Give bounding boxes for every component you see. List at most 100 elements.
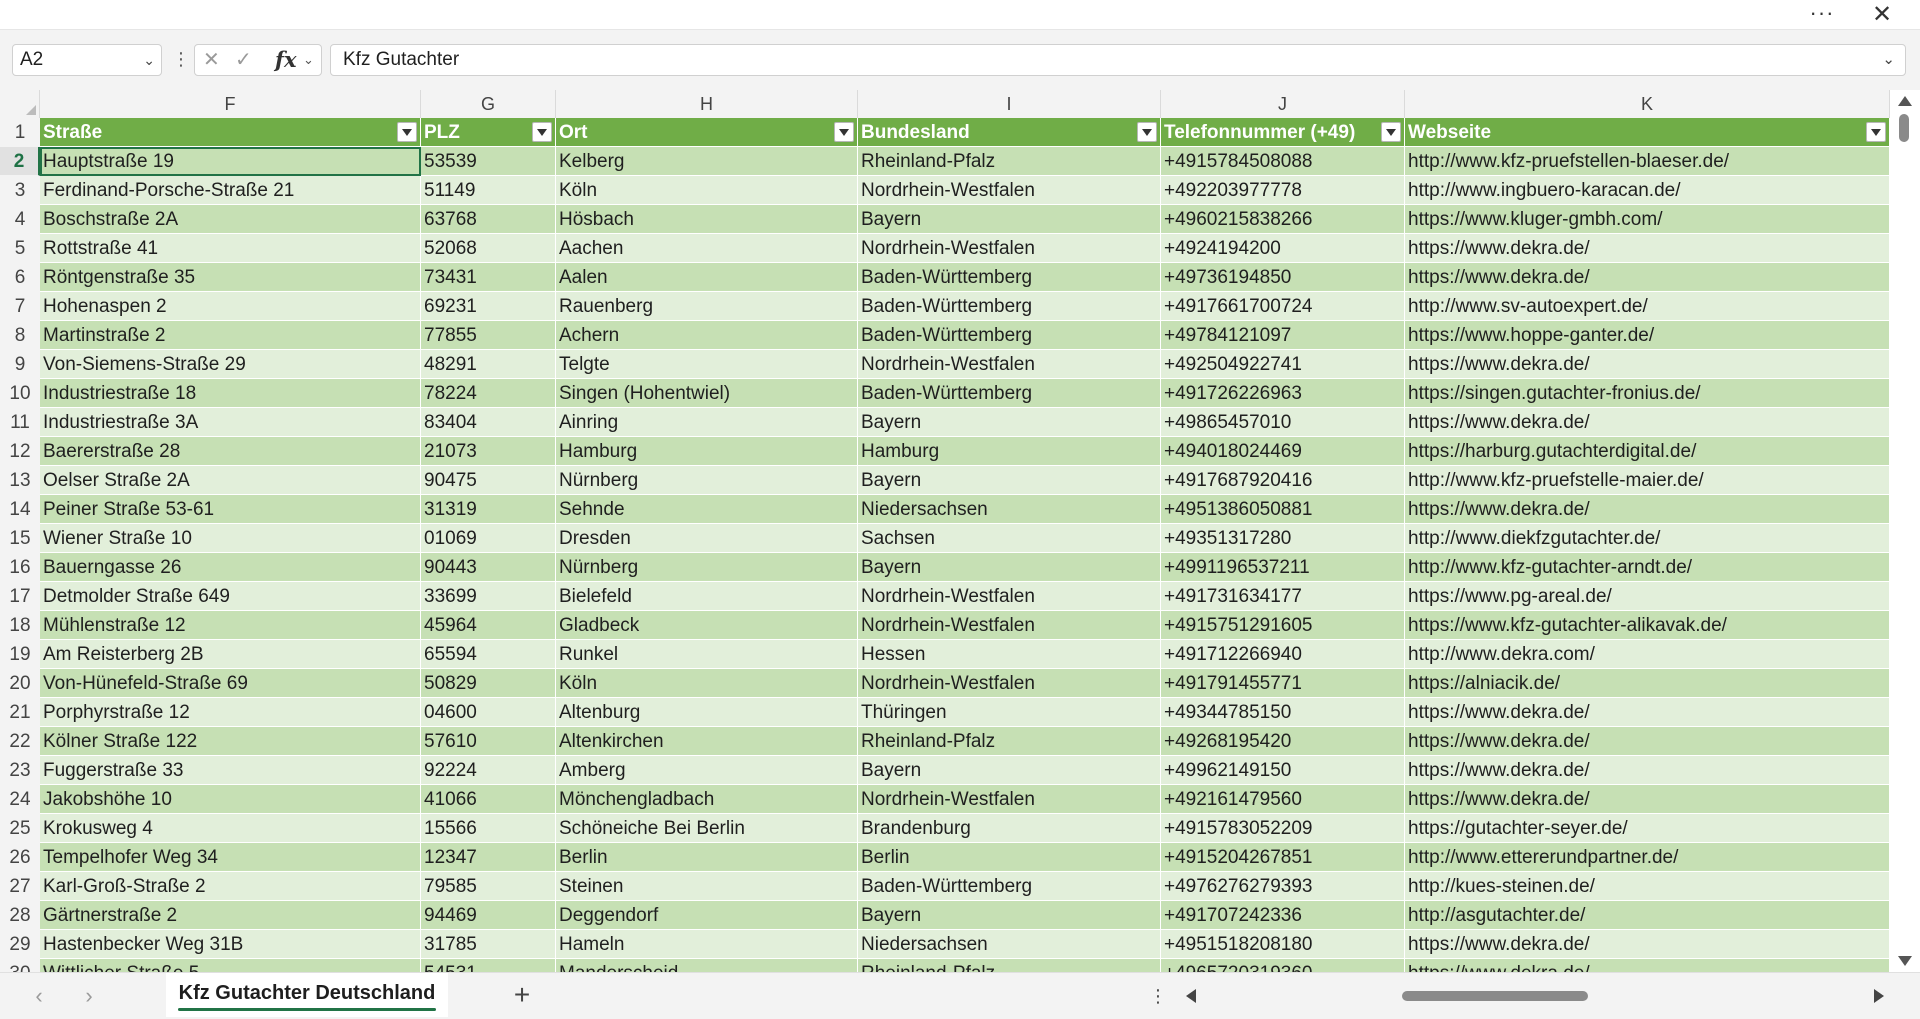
cell-plz[interactable]: 92224: [421, 756, 556, 785]
cell-webseite[interactable]: https://www.dekra.de/: [1405, 959, 1890, 972]
row-header[interactable]: 10: [0, 379, 40, 408]
cell-webseite[interactable]: https://www.dekra.de/: [1405, 263, 1890, 292]
cell-webseite[interactable]: https://alniacik.de/: [1405, 669, 1890, 698]
cell-strasse[interactable]: Boschstraße 2A: [40, 205, 421, 234]
cell-telefon[interactable]: +4976276279393: [1161, 872, 1405, 901]
header-cell-bundesland[interactable]: Bundesland: [858, 118, 1161, 147]
cell-webseite[interactable]: http://www.diekfzgutachter.de/: [1405, 524, 1890, 553]
row-header[interactable]: 26: [0, 843, 40, 872]
row-header[interactable]: 13: [0, 466, 40, 495]
cell-webseite[interactable]: http://www.kfz-gutachter-arndt.de/: [1405, 553, 1890, 582]
cell-webseite[interactable]: http://www.ingbuero-karacan.de/: [1405, 176, 1890, 205]
cell-strasse[interactable]: Hastenbecker Weg 31B: [40, 930, 421, 959]
row-header[interactable]: 3: [0, 176, 40, 205]
cell-strasse[interactable]: Bauerngasse 26: [40, 553, 421, 582]
cell-webseite[interactable]: https://www.dekra.de/: [1405, 408, 1890, 437]
cell-plz[interactable]: 63768: [421, 205, 556, 234]
cell-bundesland[interactable]: Nordrhein-Westfalen: [858, 234, 1161, 263]
cell-strasse[interactable]: Krokusweg 4: [40, 814, 421, 843]
cell-webseite[interactable]: https://www.dekra.de/: [1405, 930, 1890, 959]
row-header[interactable]: 30: [0, 959, 40, 972]
header-cell-strasse[interactable]: Straße: [40, 118, 421, 147]
cell-bundesland[interactable]: Rheinland-Pfalz: [858, 959, 1161, 972]
cell-telefon[interactable]: +49736194850: [1161, 263, 1405, 292]
filter-dropdown-icon[interactable]: [834, 122, 854, 142]
cell-ort[interactable]: Deggendorf: [556, 901, 858, 930]
cell-ort[interactable]: Mönchengladbach: [556, 785, 858, 814]
cell-plz[interactable]: 04600: [421, 698, 556, 727]
vertical-scroll-thumb[interactable]: [1899, 114, 1909, 142]
cell-webseite[interactable]: http://www.ettererundpartner.de/: [1405, 843, 1890, 872]
cell-webseite[interactable]: https://www.dekra.de/: [1405, 785, 1890, 814]
vertical-scrollbar[interactable]: [1890, 90, 1920, 972]
cell-strasse[interactable]: Karl-Groß-Straße 2: [40, 872, 421, 901]
cell-bundesland[interactable]: Hessen: [858, 640, 1161, 669]
cell-webseite[interactable]: https://www.kfz-gutachter-alikavak.de/: [1405, 611, 1890, 640]
cell-bundesland[interactable]: Bayern: [858, 466, 1161, 495]
header-cell-webseite[interactable]: Webseite: [1405, 118, 1890, 147]
cell-telefon[interactable]: +49784121097: [1161, 321, 1405, 350]
cell-bundesland[interactable]: Nordrhein-Westfalen: [858, 582, 1161, 611]
more-options-icon[interactable]: ···: [1802, 0, 1842, 30]
cell-strasse[interactable]: Von-Siemens-Straße 29: [40, 350, 421, 379]
cell-telefon[interactable]: +491712266940: [1161, 640, 1405, 669]
horizontal-scroll-thumb[interactable]: [1402, 991, 1588, 1001]
cell-strasse[interactable]: Hauptstraße 19: [40, 147, 421, 176]
name-box[interactable]: A2 ⌄: [12, 44, 162, 76]
cell-plz[interactable]: 52068: [421, 234, 556, 263]
cell-plz[interactable]: 79585: [421, 872, 556, 901]
row-header[interactable]: 25: [0, 814, 40, 843]
cell-plz[interactable]: 31319: [421, 495, 556, 524]
cell-bundesland[interactable]: Bayern: [858, 205, 1161, 234]
cell-ort[interactable]: Aachen: [556, 234, 858, 263]
sheet-tab-active[interactable]: Kfz Gutachter Deutschland: [166, 973, 448, 1017]
cell-plz[interactable]: 54531: [421, 959, 556, 972]
cell-plz[interactable]: 90475: [421, 466, 556, 495]
cell-ort[interactable]: Hösbach: [556, 205, 858, 234]
horizontal-scrollbar[interactable]: [1206, 991, 1866, 1001]
cell-plz[interactable]: 51149: [421, 176, 556, 205]
cell-telefon[interactable]: +4917661700724: [1161, 292, 1405, 321]
cell-bundesland[interactable]: Thüringen: [858, 698, 1161, 727]
cell-strasse[interactable]: Kölner Straße 122: [40, 727, 421, 756]
cell-plz[interactable]: 01069: [421, 524, 556, 553]
cell-plz[interactable]: 78224: [421, 379, 556, 408]
cell-ort[interactable]: Köln: [556, 669, 858, 698]
cell-plz[interactable]: 12347: [421, 843, 556, 872]
cell-plz[interactable]: 15566: [421, 814, 556, 843]
cell-telefon[interactable]: +4991196537211: [1161, 553, 1405, 582]
cell-plz[interactable]: 21073: [421, 437, 556, 466]
cell-telefon[interactable]: +494018024469: [1161, 437, 1405, 466]
cell-telefon[interactable]: +491791455771: [1161, 669, 1405, 698]
cell-strasse[interactable]: Industriestraße 3A: [40, 408, 421, 437]
cell-plz[interactable]: 50829: [421, 669, 556, 698]
cell-telefon[interactable]: +492161479560: [1161, 785, 1405, 814]
cell-plz[interactable]: 94469: [421, 901, 556, 930]
cell-ort[interactable]: Telgte: [556, 350, 858, 379]
row-header[interactable]: 11: [0, 408, 40, 437]
enter-check-icon[interactable]: ✓: [235, 45, 252, 75]
row-header[interactable]: 6: [0, 263, 40, 292]
cell-strasse[interactable]: Hohenaspen 2: [40, 292, 421, 321]
cell-plz[interactable]: 53539: [421, 147, 556, 176]
filter-dropdown-icon[interactable]: [1866, 122, 1886, 142]
cell-bundesland[interactable]: Nordrhein-Westfalen: [858, 350, 1161, 379]
column-header-j[interactable]: J: [1161, 90, 1405, 118]
cell-webseite[interactable]: https://www.hoppe-ganter.de/: [1405, 321, 1890, 350]
cell-bundesland[interactable]: Baden-Württemberg: [858, 321, 1161, 350]
cell-plz[interactable]: 31785: [421, 930, 556, 959]
cell-ort[interactable]: Rauenberg: [556, 292, 858, 321]
column-header-k[interactable]: K: [1405, 90, 1890, 118]
cell-bundesland[interactable]: Niedersachsen: [858, 495, 1161, 524]
cell-webseite[interactable]: https://www.dekra.de/: [1405, 495, 1890, 524]
cell-webseite[interactable]: https://www.pg-areal.de/: [1405, 582, 1890, 611]
cell-bundesland[interactable]: Rheinland-Pfalz: [858, 727, 1161, 756]
row-header[interactable]: 19: [0, 640, 40, 669]
column-header-g[interactable]: G: [421, 90, 556, 118]
cell-plz[interactable]: 41066: [421, 785, 556, 814]
cell-webseite[interactable]: https://www.kluger-gmbh.com/: [1405, 205, 1890, 234]
row-header[interactable]: 16: [0, 553, 40, 582]
cell-ort[interactable]: Nürnberg: [556, 553, 858, 582]
function-dropdown-icon[interactable]: ⌄: [303, 45, 314, 75]
cell-strasse[interactable]: Baererstraße 28: [40, 437, 421, 466]
